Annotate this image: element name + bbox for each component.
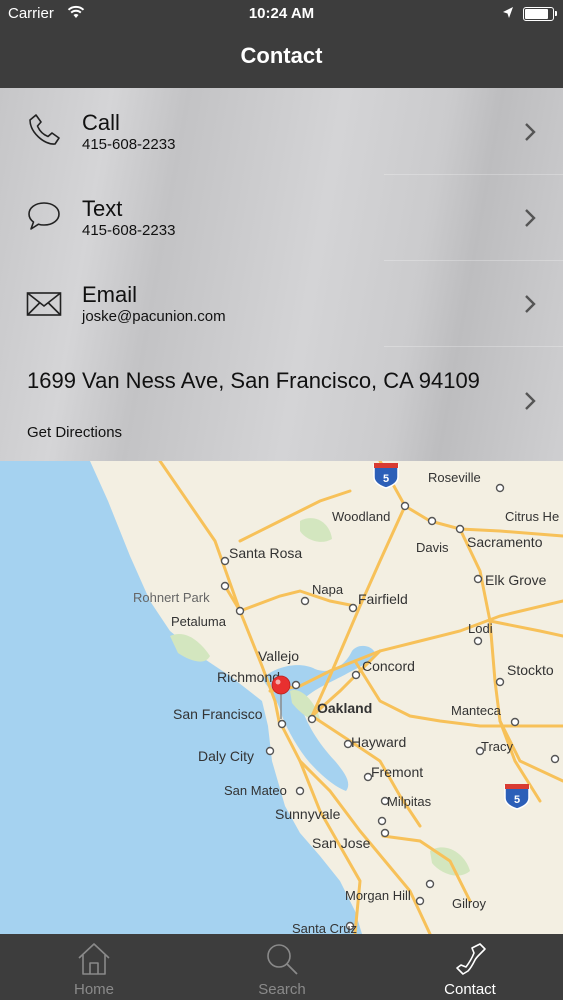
map-label-rohnert-park: Rohnert Park — [133, 590, 210, 605]
map-label-morgan-hill: Morgan Hill — [345, 888, 411, 903]
map-label-citrus-heights: Citrus He — [505, 509, 559, 524]
status-bar: Carrier 10:24 AM — [0, 0, 563, 30]
map-label-milpitas: Milpitas — [387, 794, 432, 809]
map-label-santa-rosa: Santa Rosa — [229, 545, 302, 561]
magnifier-icon — [264, 941, 300, 977]
map-label-richmond: Richmond — [217, 669, 280, 685]
phone-icon — [452, 941, 488, 977]
map-label-woodland: Woodland — [332, 509, 390, 524]
chevron-right-icon — [522, 207, 538, 229]
email-row[interactable]: Email joske@pacunion.com — [0, 260, 563, 346]
map-label-sacramento: Sacramento — [467, 534, 543, 550]
map-label-san-jose: San Jose — [312, 835, 371, 851]
battery-icon — [523, 7, 557, 21]
map-label-san-francisco: San Francisco — [173, 706, 263, 722]
email-address: joske@pacunion.com — [82, 308, 226, 325]
map-label-gilroy: Gilroy — [452, 896, 486, 911]
map-label-fairfield: Fairfield — [358, 591, 408, 607]
tab-bar: Home Search Contact — [0, 934, 563, 1000]
chevron-right-icon — [522, 121, 538, 143]
tab-search-label: Search — [258, 981, 306, 998]
email-title: Email — [82, 282, 138, 307]
interstate-shield-south: 5 — [504, 784, 530, 810]
interstate-number: 5 — [514, 794, 520, 806]
map-label-petaluma: Petaluma — [171, 614, 227, 629]
phone-icon — [26, 112, 62, 148]
tab-home[interactable]: Home — [0, 934, 188, 1000]
location-arrow-icon — [502, 6, 514, 24]
status-time: 10:24 AM — [248, 5, 315, 22]
address-text: 1699 Van Ness Ave, San Francisco, CA 941… — [27, 368, 480, 393]
interstate-shield-north: 5 — [373, 463, 399, 489]
tab-home-label: Home — [73, 981, 114, 998]
map-label-san-mateo: San Mateo — [224, 783, 287, 798]
map-label-stockton: Stockto — [507, 662, 554, 678]
chevron-right-icon — [522, 390, 538, 412]
house-icon — [76, 941, 112, 977]
call-number: 415-608-2233 — [82, 136, 176, 153]
chevron-right-icon — [522, 293, 538, 315]
map-label-manteca: Manteca — [451, 703, 502, 718]
map-label-vallejo: Vallejo — [258, 648, 299, 664]
get-directions-label: Get Directions — [27, 424, 123, 441]
text-number: 415-608-2233 — [82, 222, 176, 239]
call-row[interactable]: Call 415-608-2233 — [0, 88, 563, 174]
chat-bubble-icon — [26, 198, 62, 234]
map-label-roseville: Roseville — [428, 470, 481, 485]
map-label-daly-city: Daly City — [198, 748, 254, 764]
map-label-lodi: Lodi — [468, 621, 493, 636]
contact-list: Call 415-608-2233 Text 415-608-2233 Emai… — [0, 88, 563, 461]
map-label-oakland: Oakland — [317, 700, 372, 716]
map-label-davis: Davis — [416, 540, 449, 555]
row-divider — [384, 346, 563, 347]
map-label-fremont: Fremont — [371, 764, 423, 780]
tab-contact[interactable]: Contact — [376, 934, 563, 1000]
envelope-icon — [26, 286, 62, 322]
map-label-hayward: Hayward — [351, 734, 406, 750]
map-label-sunnyvale: Sunnyvale — [275, 806, 341, 822]
text-title: Text — [82, 196, 123, 221]
map-label-tracy: Tracy — [481, 739, 514, 754]
map-view[interactable]: 5 5 Roseville Woodland Citrus He Davis S… — [0, 461, 563, 934]
text-row[interactable]: Text 415-608-2233 — [0, 174, 563, 260]
top-bar: Carrier 10:24 AM Contact — [0, 0, 563, 88]
interstate-number: 5 — [383, 473, 389, 485]
call-title: Call — [82, 110, 120, 135]
map-label-concord: Concord — [362, 658, 415, 674]
map-label-napa: Napa — [312, 582, 344, 597]
page-title: Contact — [240, 43, 323, 68]
map-label-elk-grove: Elk Grove — [485, 572, 547, 588]
map-label-santa-cruz: Santa Cruz — [292, 921, 357, 934]
tab-search[interactable]: Search — [188, 934, 376, 1000]
battery-fill — [525, 9, 549, 19]
tab-contact-label: Contact — [444, 981, 496, 998]
